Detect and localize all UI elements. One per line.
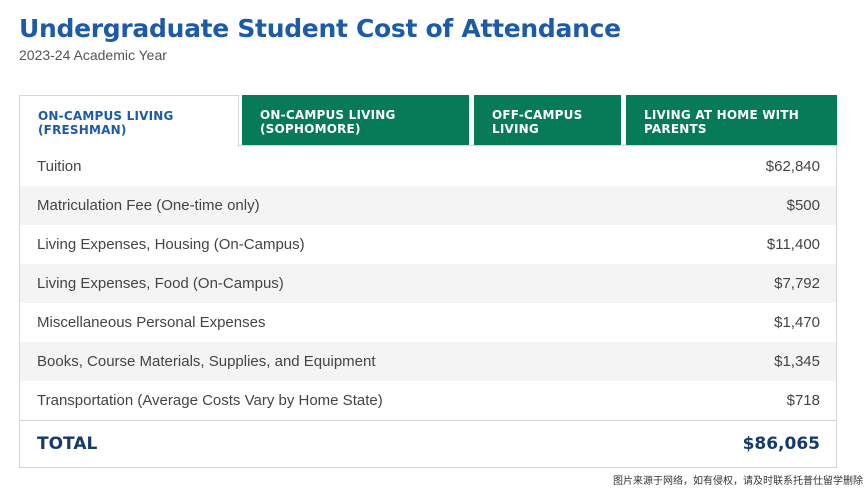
cost-label: Living Expenses, Food (On-Campus) — [37, 275, 284, 292]
cost-amount: $718 — [786, 392, 820, 409]
cost-label: Matriculation Fee (One-time only) — [37, 197, 260, 214]
tab-on-campus-sophomore[interactable]: ON-CAMPUS LIVING (SOPHOMORE) — [242, 95, 469, 146]
cost-label: Miscellaneous Personal Expenses — [37, 314, 266, 331]
page-subtitle: 2023-24 Academic Year — [19, 47, 167, 63]
cost-amount: $1,470 — [774, 314, 820, 331]
total-label: TOTAL — [37, 434, 98, 454]
tab-label: ON-CAMPUS LIVING (FRESHMAN) — [38, 109, 174, 137]
tab-bar: ON-CAMPUS LIVING (FRESHMAN) ON-CAMPUS LI… — [19, 95, 837, 147]
total-amount: $86,065 — [742, 434, 820, 454]
watermark-text: 图片来源于网络，如有侵权，请及时联系托普仕留学删除 — [613, 476, 863, 487]
cost-label: Living Expenses, Housing (On-Campus) — [37, 236, 305, 253]
cost-label: Transportation (Average Costs Vary by Ho… — [37, 392, 383, 409]
tab-label: ON-CAMPUS LIVING (SOPHOMORE) — [260, 108, 396, 136]
total-row: TOTAL $86,065 — [20, 420, 836, 467]
cost-label: Books, Course Materials, Supplies, and E… — [37, 353, 376, 370]
tab-on-campus-freshman[interactable]: ON-CAMPUS LIVING (FRESHMAN) — [19, 95, 239, 147]
cost-amount: $7,792 — [774, 275, 820, 292]
cost-amount: $11,400 — [766, 236, 820, 253]
cost-table: Tuition $62,840 Matriculation Fee (One-t… — [19, 145, 837, 468]
tab-living-at-home[interactable]: LIVING AT HOME WITH PARENTS — [626, 95, 837, 146]
tab-label: OFF-CAMPUS LIVING — [492, 108, 583, 136]
table-row: Living Expenses, Food (On-Campus) $7,792 — [20, 264, 836, 303]
table-row: Matriculation Fee (One-time only) $500 — [20, 186, 836, 225]
table-row: Living Expenses, Housing (On-Campus) $11… — [20, 225, 836, 264]
tab-off-campus[interactable]: OFF-CAMPUS LIVING — [474, 95, 621, 146]
table-row: Tuition $62,840 — [20, 147, 836, 186]
cost-amount: $62,840 — [765, 158, 820, 175]
cost-amount: $500 — [786, 197, 820, 214]
page-title: Undergraduate Student Cost of Attendance — [19, 14, 621, 43]
table-row: Transportation (Average Costs Vary by Ho… — [20, 381, 836, 420]
cost-label: Tuition — [37, 158, 82, 175]
tab-label: LIVING AT HOME WITH PARENTS — [644, 108, 799, 136]
table-row: Miscellaneous Personal Expenses $1,470 — [20, 303, 836, 342]
cost-amount: $1,345 — [774, 353, 820, 370]
table-row: Books, Course Materials, Supplies, and E… — [20, 342, 836, 381]
